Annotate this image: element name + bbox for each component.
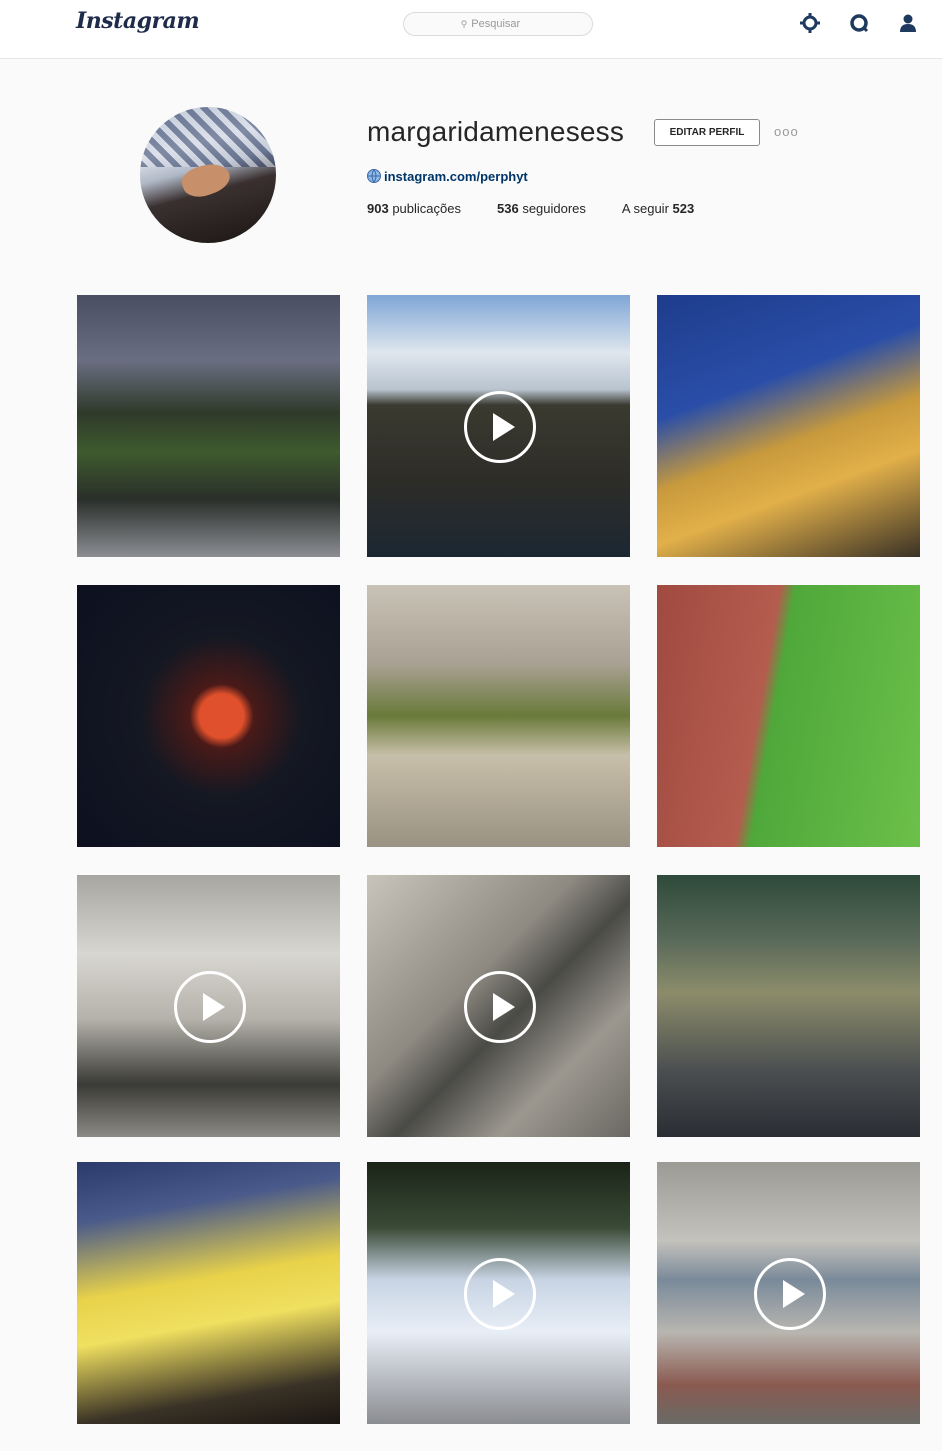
post-thumbnail[interactable] — [657, 295, 920, 557]
post-thumbnail[interactable] — [77, 875, 340, 1137]
post-thumbnail[interactable] — [657, 875, 920, 1137]
video-play-icon — [753, 1258, 826, 1330]
posts-stat: 903 publicações — [367, 201, 461, 216]
edit-profile-button[interactable]: EDITAR PERFIL — [654, 119, 760, 146]
post-thumbnail[interactable] — [77, 295, 340, 557]
post-thumbnail[interactable] — [367, 1162, 630, 1424]
post-thumbnail[interactable] — [367, 295, 630, 557]
heart-icon[interactable] — [848, 12, 870, 34]
profile-username: margaridamenesess — [367, 116, 625, 147]
profile-avatar[interactable] — [140, 107, 276, 243]
profile-stats: 903 publicações 536 seguidores A seguir … — [367, 201, 730, 216]
posts-count: 903 — [367, 201, 389, 216]
globe-icon — [367, 169, 381, 183]
video-play-icon — [463, 971, 536, 1043]
profile-website-text: instagram.com/perphyt — [384, 168, 528, 184]
instagram-logo[interactable]: Instagram — [76, 8, 200, 34]
video-play-icon — [463, 1258, 536, 1330]
post-thumbnail[interactable] — [367, 875, 630, 1137]
search-box[interactable]: ⚲ — [403, 12, 593, 36]
post-thumbnail[interactable] — [657, 585, 920, 847]
followers-label: seguidores — [522, 201, 586, 216]
profile-website-link[interactable]: instagram.com/perphyt — [366, 168, 528, 184]
person-icon[interactable] — [897, 12, 919, 34]
search-icon: ⚲ — [460, 18, 468, 29]
posts-label: publicações — [392, 201, 461, 216]
post-thumbnail[interactable] — [367, 585, 630, 847]
top-navigation-bar: Instagram ⚲ — [0, 0, 942, 59]
video-play-icon — [463, 391, 536, 463]
search-input[interactable] — [471, 18, 536, 30]
explore-icon[interactable] — [799, 12, 821, 34]
following-stat[interactable]: A seguir 523 — [622, 201, 694, 216]
post-thumbnail[interactable] — [77, 585, 340, 847]
following-label: A seguir — [621, 201, 669, 216]
video-play-icon — [173, 971, 246, 1043]
more-options-button[interactable]: ooo — [774, 124, 799, 139]
followers-count: 536 — [496, 201, 519, 216]
followers-stat[interactable]: 536 seguidores — [497, 201, 586, 216]
post-thumbnail[interactable] — [77, 1162, 340, 1424]
post-thumbnail[interactable] — [657, 1162, 920, 1424]
following-count: 523 — [672, 201, 695, 216]
